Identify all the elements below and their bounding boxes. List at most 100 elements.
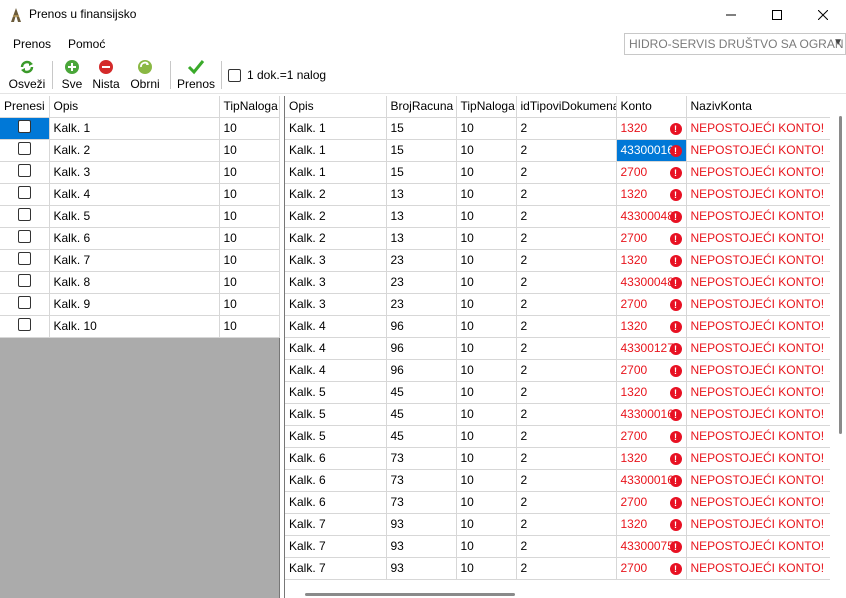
brojracuna-cell[interactable]: 23 [386,271,457,294]
company-select[interactable]: HIDRO-SERVIS DRUŠTVO SA OGRAN ▼ [624,33,846,55]
table-row[interactable]: Kalk. 5 10 [0,205,280,228]
brojracuna-cell[interactable]: 93 [386,557,457,580]
tipnaloga-cell[interactable]: 10 [456,271,517,294]
brojracuna-cell[interactable]: 23 [386,293,457,316]
tipnaloga-cell[interactable]: 10 [456,337,517,360]
table-row[interactable]: Kalk. 2 13 10 2 2700! NEPOSTOJEĆI KONTO! [285,227,832,250]
idtipovidokumenat-cell[interactable]: 2 [516,337,617,360]
transfer-checkbox[interactable] [17,296,31,309]
nazivkonta-cell[interactable]: NEPOSTOJEĆI KONTO! [686,315,832,338]
table-row[interactable]: Kalk. 2 10 [0,139,280,162]
tipnaloga-cell[interactable]: 10 [456,403,517,426]
vertical-scrollbar[interactable] [830,96,846,598]
idtipovidokumenat-cell[interactable]: 2 [516,249,617,272]
opis-cell[interactable]: Kalk. 2 [285,227,387,250]
maximize-button[interactable] [754,0,800,30]
idtipovidokumenat-cell[interactable]: 2 [516,139,617,162]
opis-cell[interactable]: Kalk. 6 [285,447,387,470]
nazivkonta-cell[interactable]: NEPOSTOJEĆI KONTO! [686,271,832,294]
table-row[interactable]: Kalk. 3 23 10 2 1320! NEPOSTOJEĆI KONTO! [285,249,832,272]
brojracuna-cell[interactable]: 13 [386,205,457,228]
opis-cell[interactable]: Kalk. 3 [49,161,220,184]
transfer-checkbox-cell[interactable] [0,271,50,294]
transfer-checkbox[interactable] [17,120,31,133]
konto-cell[interactable]: 43300075! [616,535,687,558]
idtipovidokumenat-cell[interactable]: 2 [516,491,617,514]
column-header-prenesi[interactable]: Prenesi [0,96,50,118]
opis-cell[interactable]: Kalk. 2 [285,205,387,228]
select-none-button[interactable]: Nista [90,59,122,93]
nazivkonta-cell[interactable]: NEPOSTOJEĆI KONTO! [686,337,832,360]
transfer-checkbox-cell[interactable] [0,315,50,338]
konto-cell[interactable]: 2700! [616,161,687,184]
nazivkonta-cell[interactable]: NEPOSTOJEĆI KONTO! [686,227,832,250]
opis-cell[interactable]: Kalk. 3 [285,249,387,272]
table-row[interactable]: Kalk. 3 10 [0,161,280,184]
brojracuna-cell[interactable]: 93 [386,513,457,536]
brojracuna-cell[interactable]: 96 [386,315,457,338]
refresh-button[interactable]: Osveži [8,59,46,93]
close-button[interactable] [800,0,846,30]
transfer-checkbox[interactable] [17,186,31,199]
brojracuna-cell[interactable]: 45 [386,403,457,426]
nazivkonta-cell[interactable]: NEPOSTOJEĆI KONTO! [686,293,832,316]
opis-cell[interactable]: Kalk. 9 [49,293,220,316]
idtipovidokumenat-cell[interactable]: 2 [516,205,617,228]
tipnaloga-cell[interactable]: 10 [456,227,517,250]
column-header-konto[interactable]: Konto [616,96,687,118]
idtipovidokumenat-cell[interactable]: 2 [516,447,617,470]
table-row[interactable]: Kalk. 7 93 10 2 1320! NEPOSTOJEĆI KONTO! [285,513,832,536]
brojracuna-cell[interactable]: 13 [386,183,457,206]
nazivkonta-cell[interactable]: NEPOSTOJEĆI KONTO! [686,403,832,426]
table-row[interactable]: Kalk. 10 10 [0,315,280,338]
idtipovidokumenat-cell[interactable]: 2 [516,271,617,294]
transfer-checkbox[interactable] [17,208,31,221]
idtipovidokumenat-cell[interactable]: 2 [516,227,617,250]
konto-cell[interactable]: 2700! [616,557,687,580]
transfer-checkbox-cell[interactable] [0,161,50,184]
opis-cell[interactable]: Kalk. 6 [285,469,387,492]
column-header-opis[interactable]: Opis [285,96,387,118]
konto-cell[interactable]: 43300048! [616,205,687,228]
opis-cell[interactable]: Kalk. 4 [285,315,387,338]
tipnaloga-cell[interactable]: 10 [456,293,517,316]
transfer-checkbox-cell[interactable] [0,205,50,228]
tipnaloga-cell[interactable]: 10 [456,381,517,404]
transfer-checkbox[interactable] [17,252,31,265]
table-row[interactable]: Kalk. 3 23 10 2 2700! NEPOSTOJEĆI KONTO! [285,293,832,316]
idtipovidokumenat-cell[interactable]: 2 [516,513,617,536]
idtipovidokumenat-cell[interactable]: 2 [516,117,617,140]
idtipovidokumenat-cell[interactable]: 2 [516,161,617,184]
konto-cell[interactable]: 1320! [616,315,687,338]
table-row[interactable]: Kalk. 5 45 10 2 1320! NEPOSTOJEĆI KONTO! [285,381,832,404]
transfer-checkbox[interactable] [17,230,31,243]
nazivkonta-cell[interactable]: NEPOSTOJEĆI KONTO! [686,381,832,404]
tipnaloga-cell[interactable]: 10 [456,447,517,470]
tipnaloga-cell[interactable]: 10 [219,205,280,228]
tipnaloga-cell[interactable]: 10 [219,139,280,162]
nazivkonta-cell[interactable]: NEPOSTOJEĆI KONTO! [686,513,832,536]
tipnaloga-cell[interactable]: 10 [219,271,280,294]
opis-cell[interactable]: Kalk. 3 [285,293,387,316]
opis-cell[interactable]: Kalk. 4 [285,359,387,382]
table-row[interactable]: Kalk. 1 15 10 2 43300016! NEPOSTOJEĆI KONTO! [285,139,832,162]
nazivkonta-cell[interactable]: NEPOSTOJEĆI KONTO! [686,447,832,470]
tipnaloga-cell[interactable]: 10 [456,469,517,492]
table-row[interactable]: Kalk. 1 15 10 2 1320! NEPOSTOJEĆI KONTO! [285,117,832,140]
column-header-opis[interactable]: Opis [49,96,220,118]
opis-cell[interactable]: Kalk. 1 [285,161,387,184]
tipnaloga-cell[interactable]: 10 [219,117,280,140]
konto-cell[interactable]: 1320! [616,117,687,140]
opis-cell[interactable]: Kalk. 6 [285,491,387,514]
opis-cell[interactable]: Kalk. 4 [285,337,387,360]
table-row[interactable]: Kalk. 6 10 [0,227,280,250]
nazivkonta-cell[interactable]: NEPOSTOJEĆI KONTO! [686,535,832,558]
table-row[interactable]: Kalk. 3 23 10 2 43300048! NEPOSTOJEĆI KONTO! [285,271,832,294]
brojracuna-cell[interactable]: 73 [386,469,457,492]
opis-cell[interactable]: Kalk. 7 [285,557,387,580]
table-row[interactable]: Kalk. 6 73 10 2 43300016! NEPOSTOJEĆI KONTO! [285,469,832,492]
nazivkonta-cell[interactable]: NEPOSTOJEĆI KONTO! [686,205,832,228]
table-row[interactable]: Kalk. 1 10 [0,117,280,140]
konto-cell[interactable]: 43300016! [616,403,687,426]
tipnaloga-cell[interactable]: 10 [456,359,517,382]
